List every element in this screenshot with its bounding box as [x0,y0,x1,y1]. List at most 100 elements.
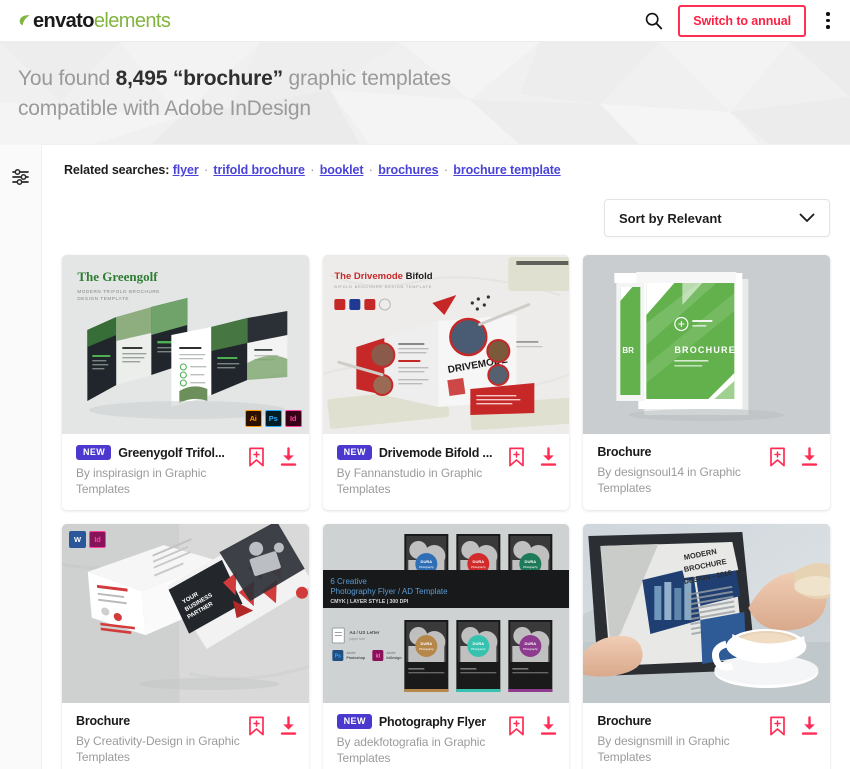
logo-elements-text: elements [93,9,171,32]
card-author[interactable]: By adekfotografia in Graphic Templates [337,734,503,766]
download-icon[interactable] [539,447,557,467]
result-card[interactable]: MODERN BROCHURE DESIGN - 2015 Brochure B… [583,524,830,769]
sort-by-select[interactable]: Sort by Relevant [604,199,830,237]
card-actions [508,445,557,467]
svg-text:Adobe: Adobe [346,651,355,655]
illustrator-badge: Ai [244,410,262,427]
card-title[interactable]: Drivemode Bifold ... [379,446,492,460]
svg-text:A4 / US Letter: A4 / US Letter [349,630,379,635]
card-text: NEW Greenygolf Trifol... By inspirasign … [76,445,248,497]
app-badges: W Id [69,531,106,548]
card-title[interactable]: Brochure [597,714,651,728]
related-separator: · [365,163,377,177]
card-title[interactable]: Photography Flyer [379,715,486,729]
related-link-trifold-brochure[interactable]: trifold brochure [213,163,305,177]
related-link-booklet[interactable]: booklet [320,163,364,177]
card-title-row: Brochure [597,714,763,728]
search-icon[interactable] [642,10,664,32]
svg-text:paper size: paper size [349,637,365,641]
card-meta: Brochure By designsoul14 in Graphic Temp… [583,434,830,509]
related-link-brochures[interactable]: brochures [378,163,438,177]
bookmark-add-icon[interactable] [248,447,266,467]
sort-row: Sort by Relevant [62,199,830,237]
switch-to-annual-button[interactable]: Switch to annual [678,4,806,37]
card-actions [248,714,297,736]
card-author[interactable]: By Fannanstudio in Graphic Templates [337,465,503,497]
card-thumbnail[interactable]: MODERN BROCHURE DESIGN - 2015 [583,524,830,703]
card-title[interactable]: Greenygolf Trifol... [118,446,224,460]
bookmark-add-icon[interactable] [508,716,526,736]
result-card[interactable]: The Greengolf MODERN TRIFOLD BROCHURE DE… [62,255,309,510]
card-thumbnail[interactable]: BROCHURE BR [583,255,830,434]
card-title-row: Brochure [76,714,242,728]
related-separator: · [200,163,212,177]
new-badge: NEW [76,445,112,460]
download-icon[interactable] [539,716,557,736]
chevron-down-icon [799,211,815,226]
related-link-flyer[interactable]: flyer [173,163,199,177]
card-title-row: NEW Drivemode Bifold ... [336,445,503,460]
card-author[interactable]: By Creativity-Design in Graphic Template… [76,733,242,765]
svg-text:DURA: DURA [420,641,432,646]
content-area: Related searches: flyer · trifold brochu… [0,145,850,769]
bookmark-add-icon[interactable] [248,716,266,736]
svg-text:BIFOLD BROCHURE DESIGN TEMPLAT: BIFOLD BROCHURE DESIGN TEMPLATE [334,285,432,289]
svg-text:Adobe: Adobe [386,651,395,655]
bookmark-add-icon[interactable] [769,447,787,467]
svg-text:BROCHURE: BROCHURE [675,345,737,355]
related-link-brochure-template[interactable]: brochure template [453,163,560,177]
svg-text:6 Creative: 6 Creative [330,577,367,586]
card-thumbnail[interactable]: DURA Photography DURA Photography DURA P… [322,524,570,703]
sort-by-value: Sort by Relevant [619,210,722,226]
card-thumbnail[interactable]: YOUR BUSINESS PARTNER W Id [62,524,309,703]
card-title[interactable]: Brochure [76,714,130,728]
svg-text:DURA: DURA [524,641,536,646]
download-icon[interactable] [279,716,297,736]
card-author[interactable]: By designsmill in Graphic Templates [597,733,763,765]
bookmark-add-icon[interactable] [769,716,787,736]
svg-text:MODERN TRIFOLD BROCHURE: MODERN TRIFOLD BROCHURE [77,289,160,294]
card-actions [769,445,818,467]
related-searches-label: Related searches: [64,163,170,177]
page-root: envatoelements Switch to annual You foun… [0,0,850,769]
leaf-icon [18,14,31,27]
kebab-menu-icon[interactable] [820,10,836,32]
indesign-badge: Id [89,531,106,548]
svg-text:Photography: Photography [419,565,434,569]
envato-elements-logo[interactable]: envatoelements [18,9,171,32]
bookmark-add-icon[interactable] [508,447,526,467]
svg-text:DURA: DURA [420,559,432,564]
filter-sliders-icon[interactable] [11,167,31,187]
card-title-row: NEW Greenygolf Trifol... [76,445,242,460]
card-text: Brochure By Creativity-Design in Graphic… [76,714,248,765]
svg-text:BR: BR [623,346,635,355]
hero-banner: You found 8,495 “brochure” graphic templ… [0,42,850,145]
card-title-row: NEW Photography Flyer [336,714,503,729]
svg-text:CMYK | LAYER STYLE | 300 DPI: CMYK | LAYER STYLE | 300 DPI [330,599,409,605]
result-card[interactable]: BROCHURE BR Brochure By designsoul14 in … [583,255,830,510]
card-title[interactable]: Brochure [597,445,651,459]
card-thumbnail[interactable]: The Drivemode Bifold BIFOLD BROCHURE DES… [322,255,570,434]
card-meta: NEW Greenygolf Trifol... By inspirasign … [62,434,309,510]
card-meta: NEW Drivemode Bifold ... By Fannanstudio… [323,434,570,510]
card-author[interactable]: By inspirasign in Graphic Templates [76,465,242,497]
related-separator: · [440,163,452,177]
result-card[interactable]: The Drivemode Bifold BIFOLD BROCHURE DES… [322,255,570,510]
card-meta: Brochure By designsmill in Graphic Templ… [583,703,830,769]
card-title-row: Brochure [597,445,763,459]
indesign-badge: Id [284,410,302,427]
logo-envato-text: envato [33,9,94,32]
new-badge: NEW [336,445,372,460]
result-card[interactable]: DURA Photography DURA Photography DURA P… [322,524,570,769]
app-badges: Ai Ps Id [244,410,302,427]
download-icon[interactable] [800,447,818,467]
download-icon[interactable] [800,716,818,736]
card-thumbnail[interactable]: The Greengolf MODERN TRIFOLD BROCHURE DE… [62,255,309,434]
svg-text:The Greengolf: The Greengolf [77,269,158,284]
result-card[interactable]: YOUR BUSINESS PARTNER W Id Brochure By C… [62,524,309,769]
card-actions [769,714,818,736]
download-icon[interactable] [279,447,297,467]
card-author[interactable]: By designsoul14 in Graphic Templates [597,464,763,496]
hero-line2: compatible with Adobe InDesign [18,97,311,120]
header-actions: Switch to annual [642,4,836,37]
